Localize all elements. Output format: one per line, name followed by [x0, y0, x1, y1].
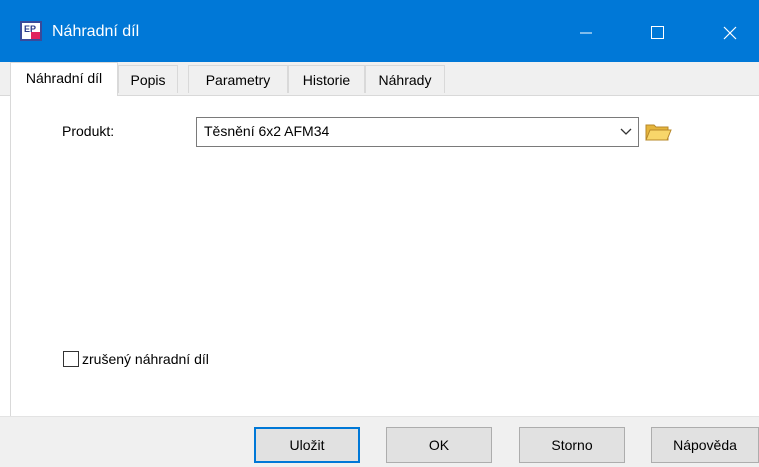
minimize-icon	[580, 32, 592, 34]
tab-label: Náhradní díl	[25, 70, 103, 86]
tab-label: Parametry	[205, 72, 271, 88]
chevron-down-icon[interactable]	[620, 127, 632, 137]
ok-button[interactable]: OK	[386, 427, 492, 463]
tab-label: Popis	[130, 72, 166, 88]
app-icon: EP	[20, 21, 42, 41]
maximize-icon	[651, 26, 664, 39]
content-border	[10, 96, 11, 467]
help-button-label: Nápověda	[673, 437, 737, 453]
save-button-label: Uložit	[289, 437, 325, 453]
maximize-button[interactable]	[633, 13, 681, 53]
tab-parametry[interactable]: Parametry	[188, 65, 288, 93]
browse-product-button[interactable]	[643, 117, 673, 147]
cancel-button[interactable]: Storno	[519, 427, 625, 463]
button-bar	[0, 417, 759, 467]
tab-nahrady[interactable]: Náhrady	[365, 65, 445, 93]
folder-open-icon	[645, 124, 672, 141]
window-title: Náhradní díl	[52, 23, 140, 40]
help-button[interactable]: Nápověda	[651, 427, 759, 463]
tab-historie[interactable]: Historie	[288, 65, 365, 93]
product-value: Těsnění 6x2 AFM34	[204, 123, 330, 139]
close-button[interactable]	[706, 13, 754, 53]
tab-popis[interactable]: Popis	[118, 65, 178, 93]
cancelled-checkbox[interactable]	[63, 351, 79, 367]
minimize-button[interactable]	[562, 13, 610, 53]
tab-label: Historie	[302, 72, 351, 88]
product-label: Produkt:	[62, 123, 115, 139]
tab-label: Náhrady	[378, 72, 432, 88]
cancel-button-label: Storno	[551, 437, 593, 453]
product-combobox[interactable]: Těsnění 6x2 AFM34	[196, 117, 639, 147]
close-icon	[723, 26, 737, 40]
save-button[interactable]: Uložit	[254, 427, 360, 463]
title-bar[interactable]: EP Náhradní díl	[0, 0, 759, 62]
cancelled-label[interactable]: zrušený náhradní díl	[82, 351, 209, 367]
dialog-window: EP Náhradní díl Náhradní díl Popis Param…	[0, 0, 759, 467]
tab-nahradni-dil[interactable]: Náhradní díl	[10, 62, 118, 96]
ok-button-label: OK	[428, 437, 450, 453]
